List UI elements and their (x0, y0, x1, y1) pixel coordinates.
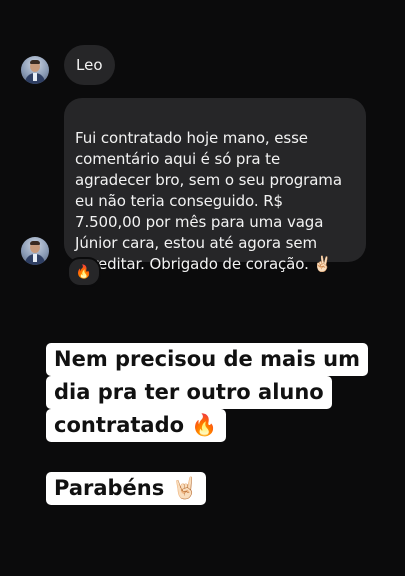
sender-name: Leo (76, 55, 103, 74)
message-text: Fui contratado hoje mano, esse comentári… (75, 129, 342, 273)
caption-line-2: dia pra ter outro aluno (46, 376, 332, 409)
story-caption: Nem precisou de mais um dia pra ter outr… (46, 343, 368, 442)
congrats-caption: Parabéns 🤘🏻 (46, 472, 206, 505)
message-reaction[interactable]: 🔥 (67, 257, 101, 287)
message-bubble[interactable]: Fui contratado hoje mano, esse comentári… (64, 98, 366, 273)
fire-emoji-icon: 🔥 (75, 264, 93, 280)
sender-avatar-message[interactable] (21, 237, 49, 265)
caption-line-1: Nem precisou de mais um (46, 343, 368, 376)
avatar-hair (30, 60, 40, 64)
sender-avatar[interactable] (21, 56, 49, 84)
avatar-shirt (33, 73, 37, 81)
avatar-hair (30, 241, 40, 245)
caption-line-3: contratado 🔥 (46, 409, 226, 442)
congrats-text: Parabéns 🤘🏻 (46, 472, 206, 505)
avatar-shirt (33, 254, 37, 262)
sender-name-bubble[interactable]: Leo (64, 45, 115, 85)
